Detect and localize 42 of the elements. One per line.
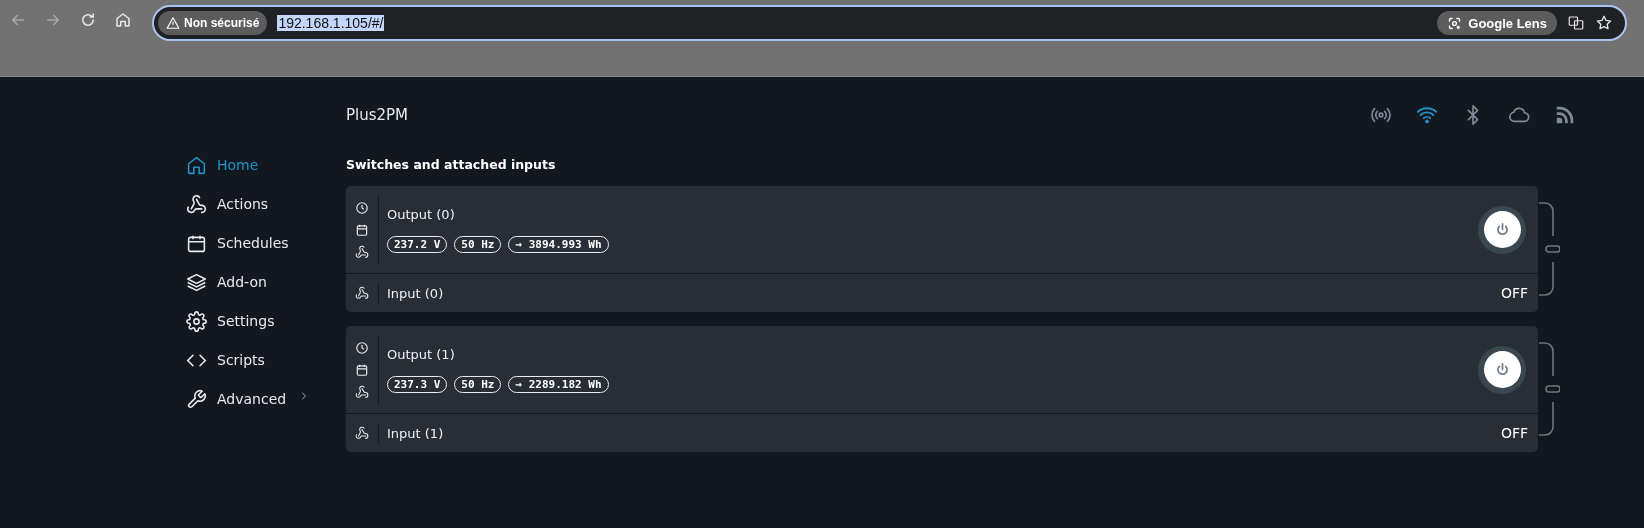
clock-icon[interactable]: [355, 200, 369, 215]
sidebar-item[interactable]: Scripts: [186, 348, 346, 372]
sidebar-item[interactable]: Add-on: [186, 270, 346, 294]
output-name: Output (0): [387, 206, 456, 222]
calendar-icon[interactable]: [355, 362, 369, 377]
wifi-icon[interactable]: [1416, 104, 1438, 126]
rss-icon[interactable]: [1554, 104, 1576, 126]
input-name: Input (0): [386, 285, 444, 301]
nodes-icon: [355, 426, 369, 440]
power-button[interactable]: [1483, 211, 1521, 248]
output-name: Output (1): [387, 346, 456, 362]
camera-icon: [1447, 15, 1463, 31]
nodes-icon: [355, 244, 369, 259]
home-icon: [186, 154, 207, 176]
nodes-icon: [355, 384, 369, 399]
sidebar-item[interactable]: Advanced: [186, 387, 346, 411]
layers-icon: [186, 271, 207, 293]
sidebar-item[interactable]: Home: [186, 153, 346, 177]
reload-icon[interactable]: [79, 11, 97, 29]
home-icon[interactable]: [114, 11, 132, 29]
input-state: OFF: [1500, 285, 1528, 301]
nodes-icon: [186, 193, 207, 215]
settings-icon: [186, 310, 207, 332]
google-lens-button[interactable]: Google Lens: [1437, 11, 1557, 35]
input-state: OFF: [1500, 425, 1528, 441]
sidebar-item[interactable]: Schedules: [186, 231, 346, 255]
nodes-icon: [355, 286, 369, 300]
section-title: Switches and attached inputs: [346, 157, 557, 172]
sidebar-item[interactable]: Settings: [186, 309, 346, 333]
calendar-icon[interactable]: [355, 222, 369, 237]
address-bar[interactable]: Non sécurisé 192.168.1.105/#/ Google Lens: [152, 5, 1627, 41]
translate-icon[interactable]: [1567, 14, 1585, 32]
wrench-icon: [186, 388, 207, 410]
clock-icon[interactable]: [355, 340, 369, 355]
url-text[interactable]: 192.168.1.105/#/: [277, 15, 385, 31]
power-button[interactable]: [1483, 351, 1521, 388]
security-chip[interactable]: Non sécurisé: [158, 11, 268, 35]
warning-icon: [166, 16, 180, 30]
input-name: Input (1): [386, 425, 444, 441]
star-icon[interactable]: [1595, 14, 1613, 32]
sidebar-item[interactable]: Actions: [186, 192, 346, 216]
device-name: Plus2PM: [346, 106, 410, 124]
